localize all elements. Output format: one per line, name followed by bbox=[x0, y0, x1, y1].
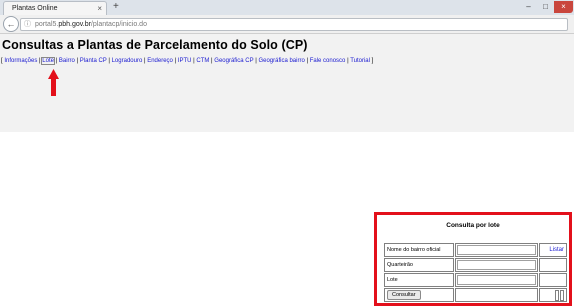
lote-label: Lote bbox=[384, 273, 454, 287]
menu-item-geografica-bairro[interactable]: Geográfica bairro bbox=[258, 58, 304, 64]
tab-close-icon[interactable]: × bbox=[97, 2, 102, 15]
consulta-por-lote-panel: Consulta por lote Nome do bairro oficial… bbox=[374, 212, 572, 306]
minimize-icon[interactable]: – bbox=[520, 1, 537, 13]
menu-separator: | bbox=[193, 58, 195, 64]
menu-item-lote[interactable]: Lote bbox=[41, 57, 55, 65]
menu-separator: | bbox=[347, 58, 349, 64]
info-icon[interactable]: ⓘ bbox=[24, 19, 31, 30]
empty-cell-box bbox=[560, 289, 564, 301]
bairro-label: Nome do bairro oficial bbox=[384, 243, 454, 257]
menu-open-bracket: [ bbox=[1, 58, 3, 64]
menu-separator: | bbox=[108, 58, 110, 64]
submit-spacer-cell bbox=[454, 288, 538, 302]
menu-separator: | bbox=[174, 58, 177, 64]
submit-cell: Consultar bbox=[384, 288, 454, 302]
empty-cell-box bbox=[555, 289, 559, 301]
form-row-submit: Consultar bbox=[384, 288, 567, 302]
menu-separator: | bbox=[55, 58, 58, 64]
listar-link[interactable]: Listar bbox=[549, 247, 564, 253]
url-prefix: portal5. bbox=[35, 21, 59, 28]
menu-separator: | bbox=[306, 58, 309, 64]
menu-separator: | bbox=[211, 58, 213, 64]
menu-item-fale-conosco[interactable]: Fale conosco bbox=[310, 58, 346, 64]
quarteirao-input-cell bbox=[454, 258, 538, 272]
main-menu: [ Informações | Lote | Bairro | Planta C… bbox=[1, 57, 374, 65]
lote-input[interactable] bbox=[456, 275, 536, 285]
form-row-bairro: Nome do bairro oficial Listar bbox=[384, 243, 567, 257]
quarteirao-label: Quarteirão bbox=[384, 258, 454, 272]
form-title: Consulta por lote bbox=[446, 222, 500, 229]
menu-separator: | bbox=[39, 58, 41, 64]
consultar-button[interactable]: Consultar bbox=[387, 290, 421, 300]
url-domain: pbh.gov.br bbox=[58, 21, 91, 28]
menu-separator: | bbox=[143, 58, 146, 64]
browser-chrome: Plantas Online × + – □ × ← ⓘ portal5.pbh… bbox=[0, 0, 574, 34]
address-bar[interactable]: ⓘ portal5.pbh.gov.br/plantacp/inicio.do bbox=[20, 18, 568, 31]
submit-action-cell bbox=[538, 288, 567, 302]
menu-item-endereco[interactable]: Endereço bbox=[147, 58, 173, 64]
quarteirao-input[interactable] bbox=[456, 260, 536, 270]
back-arrow-icon[interactable]: ← bbox=[3, 16, 19, 32]
menu-item-planta-cp[interactable]: Planta CP bbox=[80, 58, 107, 64]
menu-close-bracket: ] bbox=[371, 58, 374, 64]
navigation-bar: ← ⓘ portal5.pbh.gov.br/plantacp/inicio.d… bbox=[0, 15, 574, 34]
form-row-lote: Lote bbox=[384, 273, 567, 287]
maximize-icon[interactable]: □ bbox=[537, 1, 554, 13]
url-path: /plantacp/inicio.do bbox=[90, 21, 147, 28]
close-window-icon[interactable]: × bbox=[554, 1, 573, 13]
red-arrow-annotation bbox=[48, 69, 59, 96]
menu-item-logradouro[interactable]: Logradouro bbox=[112, 58, 143, 64]
quarteirao-spacer-cell bbox=[538, 258, 567, 272]
menu-separator: | bbox=[76, 58, 79, 64]
browser-tab[interactable]: Plantas Online × bbox=[3, 1, 107, 15]
form-row-quarteirao: Quarteirão bbox=[384, 258, 567, 272]
menu-item-informacoes[interactable]: Informações bbox=[4, 58, 37, 64]
menu-item-bairro[interactable]: Bairro bbox=[59, 58, 75, 64]
bairro-input-cell bbox=[454, 243, 538, 257]
url-text: portal5.pbh.gov.br/plantacp/inicio.do bbox=[35, 19, 147, 30]
lote-form-table: Nome do bairro oficial Listar Quarteirão… bbox=[383, 242, 568, 303]
new-tab-icon[interactable]: + bbox=[113, 0, 119, 14]
menu-item-iptu[interactable]: IPTU bbox=[178, 58, 192, 64]
menu-item-tutorial[interactable]: Tutorial bbox=[350, 58, 370, 64]
menu-item-ctm[interactable]: CTM bbox=[196, 58, 209, 64]
tab-strip: Plantas Online × + – □ × bbox=[0, 0, 574, 15]
lote-spacer-cell bbox=[538, 273, 567, 287]
menu-separator: | bbox=[255, 58, 257, 64]
bairro-input[interactable] bbox=[456, 245, 536, 255]
listar-cell: Listar bbox=[538, 243, 567, 257]
menu-item-geografica-cp[interactable]: Geográfica CP bbox=[214, 58, 253, 64]
lote-input-cell bbox=[454, 273, 538, 287]
page-title: Consultas a Plantas de Parcelamento do S… bbox=[2, 38, 308, 52]
tab-title: Plantas Online bbox=[12, 5, 58, 12]
